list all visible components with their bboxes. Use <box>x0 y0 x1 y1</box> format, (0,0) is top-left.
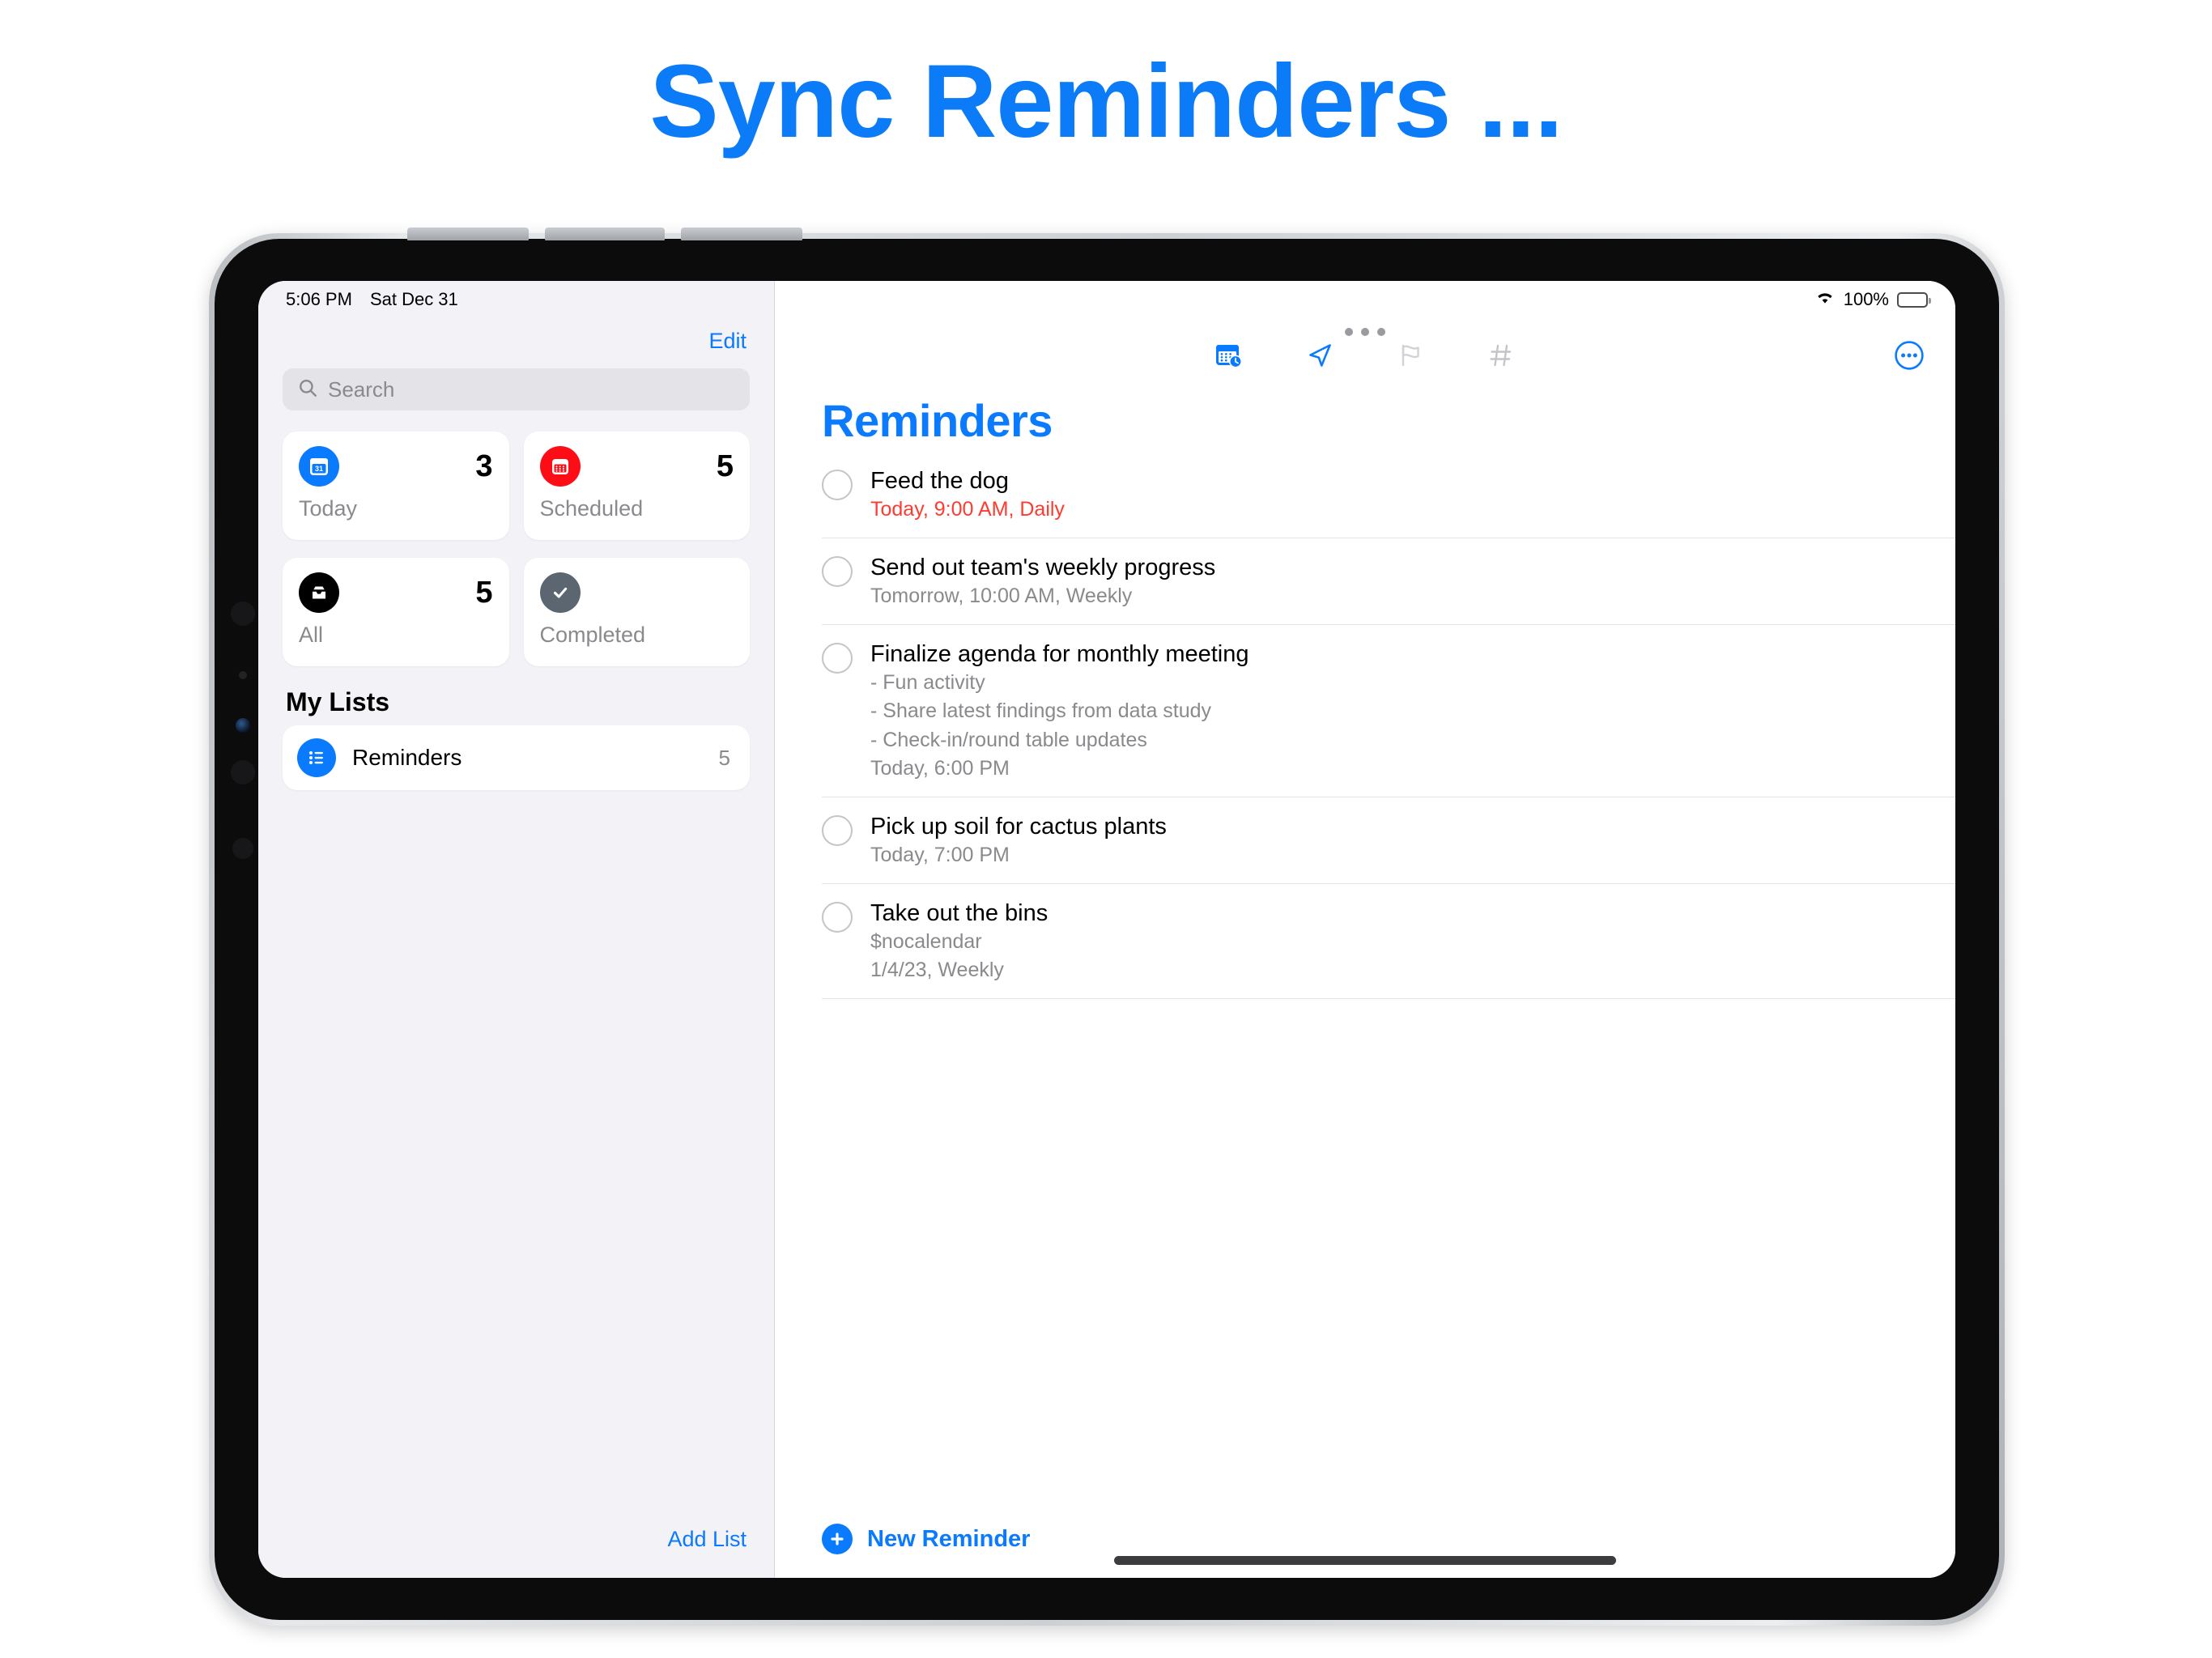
sidebar: 5:06 PM Sat Dec 31 Edit Search 31 3 Toda… <box>258 281 775 1578</box>
toolbar-icon-group <box>1211 338 1519 373</box>
bullet-list-icon <box>297 738 336 777</box>
reminder-row[interactable]: Take out the bins $nocalendar 1/4/23, We… <box>822 884 1955 999</box>
sidebar-footer: Add List <box>258 1500 774 1578</box>
wifi-icon <box>1814 289 1836 310</box>
today-count: 3 <box>475 449 493 483</box>
reminder-title: Feed the dog <box>870 468 1009 494</box>
search-container: Search <box>258 363 774 410</box>
add-list-button[interactable]: Add List <box>667 1527 747 1552</box>
more-circle-icon[interactable] <box>1891 337 1928 374</box>
reminder-checkbox[interactable] <box>822 814 853 846</box>
card-top-row: 5 <box>299 572 493 613</box>
card-top-row: 5 <box>539 446 734 487</box>
camera-icon <box>231 602 255 626</box>
reminder-list: Feed the dog Today, 9:00 AM, Daily Send … <box>775 452 1955 1500</box>
all-label: All <box>299 623 324 647</box>
reminder-checkbox[interactable] <box>822 901 853 933</box>
detail-title: Reminders <box>822 395 1053 446</box>
list-item-count: 5 <box>718 745 730 770</box>
card-top-row <box>539 572 734 613</box>
reminder-date: 1/4/23, Weekly <box>870 959 1004 982</box>
calendar-day-icon: 31 <box>299 446 339 487</box>
svg-text:31: 31 <box>315 465 323 473</box>
status-bar-left: 5:06 PM Sat Dec 31 <box>258 281 774 318</box>
reminder-date: Today, 7:00 PM <box>870 844 1010 866</box>
new-reminder-button[interactable]: New Reminder <box>867 1526 1030 1553</box>
detail-footer: New Reminder <box>775 1500 1955 1578</box>
inbox-tray-icon <box>299 572 339 613</box>
reminder-row[interactable]: Feed the dog Today, 9:00 AM, Daily <box>822 452 1955 538</box>
reminder-note: - Check-in/round table updates <box>870 728 1147 751</box>
battery-full-icon <box>1897 291 1931 308</box>
home-indicator[interactable] <box>1114 1556 1616 1565</box>
reminder-checkbox[interactable] <box>822 642 853 674</box>
ipad-device-frame: 5:06 PM Sat Dec 31 Edit Search 31 3 Toda… <box>209 227 2005 1626</box>
reminder-note: - Share latest findings from data study <box>870 699 1212 723</box>
smart-list-completed[interactable]: Completed <box>523 558 750 666</box>
reminder-note: $nocalendar <box>870 929 982 953</box>
status-date: Sat Dec 31 <box>369 289 458 309</box>
hashtag-icon[interactable] <box>1483 338 1519 373</box>
flag-icon[interactable] <box>1393 338 1428 373</box>
card-top-row: 31 3 <box>299 446 493 487</box>
reminder-row[interactable]: Send out team's weekly progress Tomorrow… <box>822 538 1955 625</box>
list-item-label: Reminders <box>352 745 462 770</box>
calendar-grid-icon <box>539 446 581 487</box>
volume-up-button[interactable] <box>407 227 529 240</box>
reminder-date: Today, 9:00 AM, Daily <box>870 498 1065 521</box>
reminder-note: - Fun activity <box>870 670 985 694</box>
status-time: 5:06 PM <box>286 289 352 309</box>
reminder-title: Take out the bins <box>870 899 1049 926</box>
battery-percent-label: 100% <box>1843 289 1889 309</box>
edit-button[interactable]: Edit <box>708 329 747 354</box>
smart-lists-grid: 31 3 Today 5 Scheduled 5 All Completed <box>258 410 774 666</box>
plus-circle-icon[interactable] <box>822 1524 853 1554</box>
detail-toolbar <box>775 318 1955 393</box>
power-button[interactable] <box>681 227 802 240</box>
sensor-dot-icon <box>231 760 255 784</box>
checkmark-icon <box>539 572 581 613</box>
sidebar-edit-row: Edit <box>258 318 774 363</box>
detail-pane: 100% Reminders Feed the dog Today, 9:00 … <box>775 281 1955 1578</box>
reminder-title: Pick up soil for cactus plants <box>870 813 1167 840</box>
reminder-date: Tomorrow, 10:00 AM, Weekly <box>870 585 1133 607</box>
search-field[interactable]: Search <box>283 368 750 410</box>
reminder-row[interactable]: Pick up soil for cactus plants Today, 7:… <box>822 797 1955 884</box>
calendar-clock-icon[interactable] <box>1211 338 1247 373</box>
my-lists-group: Reminders 5 <box>258 725 774 790</box>
list-item-reminders[interactable]: Reminders 5 <box>283 725 750 790</box>
all-count: 5 <box>475 576 493 610</box>
page-root: Sync Reminders ... 5:06 PM Sat Dec 31 Ed… <box>0 0 2212 1658</box>
reminder-date: Today, 6:00 PM <box>870 757 1010 780</box>
reminder-checkbox[interactable] <box>822 470 853 500</box>
reminder-body: Take out the bins $nocalendar 1/4/23, We… <box>870 899 1955 985</box>
smart-list-today[interactable]: 31 3 Today <box>283 432 509 540</box>
volume-down-button[interactable] <box>545 227 665 240</box>
location-arrow-icon[interactable] <box>1302 338 1338 373</box>
smart-list-scheduled[interactable]: 5 Scheduled <box>523 432 750 540</box>
reminder-checkbox[interactable] <box>822 555 853 587</box>
search-placeholder: Search <box>328 376 395 402</box>
reminder-body: Send out team's weekly progress Tomorrow… <box>870 553 1955 611</box>
completed-label: Completed <box>539 623 646 647</box>
today-label: Today <box>299 496 358 521</box>
sensor-dot-icon <box>232 838 253 859</box>
search-icon <box>297 377 318 402</box>
reminder-title: Send out team's weekly progress <box>870 554 1216 580</box>
reminder-title: Finalize agenda for monthly meeting <box>870 640 1249 667</box>
sensor-icon <box>239 671 247 679</box>
front-camera-icon <box>236 718 250 733</box>
reminder-body: Pick up soil for cactus plants Today, 7:… <box>870 812 1955 870</box>
page-title: Sync Reminders ... <box>649 44 1563 159</box>
status-bar-right: 100% <box>775 281 1955 318</box>
scheduled-count: 5 <box>716 449 734 483</box>
scheduled-label: Scheduled <box>539 496 644 521</box>
reminder-body: Finalize agenda for monthly meeting - Fu… <box>870 640 1955 784</box>
my-lists-header: My Lists <box>286 687 390 716</box>
ipad-screen: 5:06 PM Sat Dec 31 Edit Search 31 3 Toda… <box>258 281 1955 1578</box>
smart-list-all[interactable]: 5 All <box>283 558 509 666</box>
reminder-row[interactable]: Finalize agenda for monthly meeting - Fu… <box>822 625 1955 797</box>
reminder-body: Feed the dog Today, 9:00 AM, Daily <box>870 466 1955 525</box>
ipad-bezel: 5:06 PM Sat Dec 31 Edit Search 31 3 Toda… <box>215 227 1999 1620</box>
